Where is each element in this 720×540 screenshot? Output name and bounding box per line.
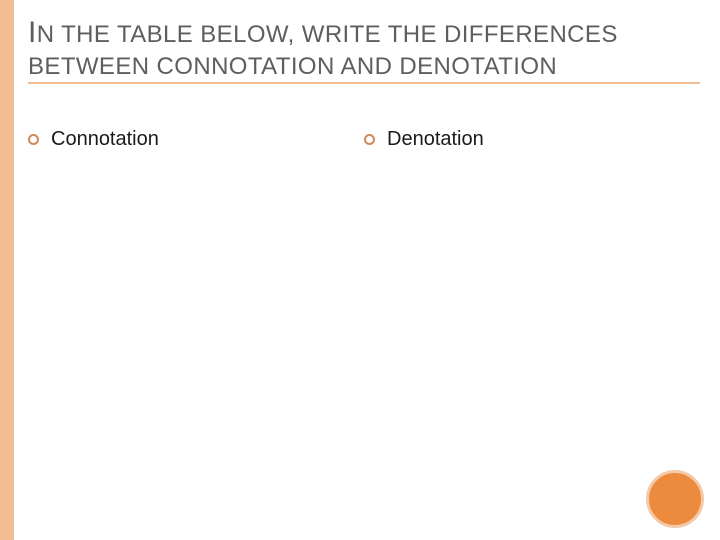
title-line2: BETWEEN CONNOTATION AND DENOTATION (28, 53, 557, 80)
left-accent-bar (0, 0, 14, 540)
column-right-label: Denotation (387, 128, 484, 151)
columns-container: Connotation Denotation (28, 128, 700, 151)
column-left: Connotation (28, 128, 364, 151)
column-left-label: Connotation (51, 128, 159, 151)
page-title: IN THE TABLE BELOW, WRITE THE DIFFERENCE… (28, 14, 688, 83)
title-dropcap: I (28, 16, 37, 49)
bullet-icon (364, 134, 375, 145)
column-right: Denotation (364, 128, 700, 151)
bullet-icon (28, 134, 39, 145)
title-underline (28, 82, 700, 84)
corner-decor-circle (646, 470, 704, 528)
title-line1: N THE TABLE BELOW, WRITE THE DIFFERENCES (37, 21, 618, 48)
